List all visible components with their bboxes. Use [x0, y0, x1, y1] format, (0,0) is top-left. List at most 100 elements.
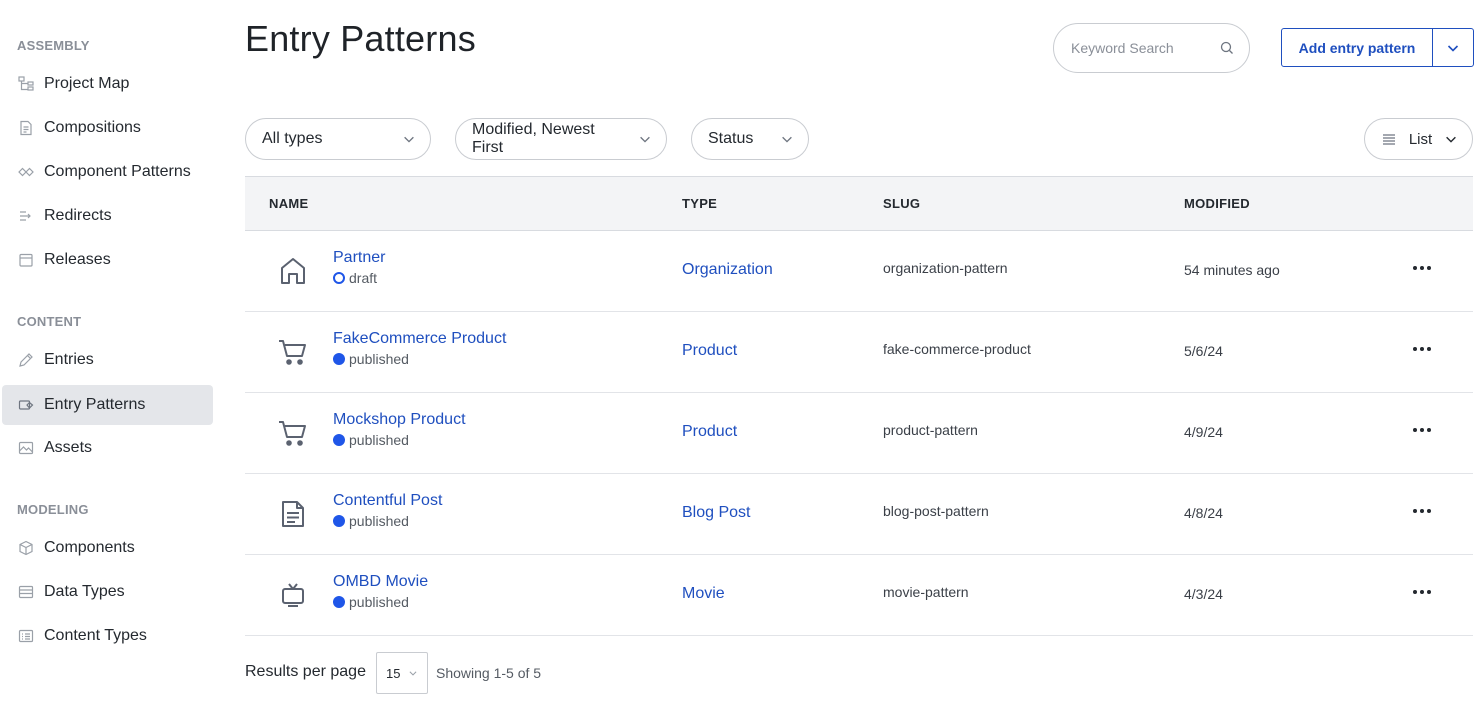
entry-modified: 4/8/24 [1184, 505, 1223, 521]
page-title: Entry Patterns [245, 18, 476, 59]
add-entry-pattern-split-button: Add entry pattern [1281, 28, 1474, 67]
sidebar-item-assets[interactable]: Assets [2, 428, 213, 468]
column-header-slug[interactable]: SLUG [883, 196, 920, 211]
table-row[interactable]: FakeCommerce Product published Product f… [245, 312, 1473, 393]
table-row[interactable]: Contentful Post published Blog Post blog… [245, 474, 1473, 555]
published-status-dot [333, 515, 345, 527]
status-badge: published [333, 432, 409, 448]
sidebar-item-components[interactable]: Components [2, 528, 213, 568]
sidebar-item-data-types[interactable]: Data Types [2, 572, 213, 612]
chevron-down-icon [408, 668, 418, 678]
sidebar-item-label: Entry Patterns [44, 396, 146, 413]
more-actions-icon[interactable] [1411, 504, 1433, 518]
sidebar-item-entries[interactable]: Entries [2, 340, 213, 380]
published-status-dot [333, 434, 345, 446]
more-actions-icon[interactable] [1411, 261, 1433, 275]
column-header-type[interactable]: TYPE [682, 196, 717, 211]
table-row[interactable]: OMBD Movie published Movie movie-pattern… [245, 555, 1473, 636]
more-actions-icon[interactable] [1411, 342, 1433, 356]
cart-icon [277, 336, 309, 368]
entry-type-link[interactable]: Product [682, 342, 737, 360]
entry-type-link[interactable]: Blog Post [682, 504, 750, 522]
entry-type-link[interactable]: Organization [682, 261, 773, 279]
search-input[interactable] [1071, 40, 1219, 56]
entry-name-link[interactable]: FakeCommerce Product [333, 330, 506, 348]
status-badge: published [333, 594, 409, 610]
status-badge: published [333, 351, 409, 367]
cart-icon [277, 417, 309, 449]
view-mode-select[interactable]: List [1364, 118, 1473, 160]
type-filter-label: All types [262, 130, 323, 147]
more-actions-icon[interactable] [1411, 585, 1433, 599]
entry-slug: movie-pattern [883, 584, 969, 600]
sidebar-item-content-types[interactable]: Content Types [2, 616, 213, 656]
results-per-page-value: 15 [386, 665, 401, 681]
chevron-down-icon [1445, 40, 1461, 56]
results-per-page-select[interactable]: 15 [376, 652, 428, 694]
image-icon [17, 439, 35, 457]
sidebar-item-label: Data Types [44, 583, 125, 600]
more-actions-icon[interactable] [1411, 423, 1433, 437]
sidebar-item-label: Component Patterns [44, 163, 191, 180]
column-header-modified[interactable]: MODIFIED [1184, 196, 1250, 211]
table-row[interactable]: Partner draft Organization organization-… [245, 231, 1473, 312]
entry-modified: 5/6/24 [1184, 343, 1223, 359]
sidebar-item-project-map[interactable]: Project Map [2, 64, 213, 104]
sidebar-item-label: Entries [44, 351, 94, 368]
status-text: published [349, 351, 409, 367]
content-type-icon [17, 627, 35, 645]
sidebar-item-label: Redirects [44, 207, 112, 224]
results-per-page-label: Results per page [245, 663, 366, 680]
sidebar-item-label: Releases [44, 251, 111, 268]
sort-filter-label: Modified, Newest First [472, 121, 595, 156]
status-filter[interactable]: Status [691, 118, 809, 160]
chevron-down-icon [1444, 132, 1458, 146]
table-row[interactable]: Mockshop Product published Product produ… [245, 393, 1473, 474]
project-map-icon [17, 75, 35, 93]
type-filter[interactable]: All types [245, 118, 431, 160]
status-text: draft [349, 270, 378, 286]
status-filter-label: Status [708, 130, 754, 147]
entry-pattern-icon [17, 396, 35, 414]
entry-slug: blog-post-pattern [883, 503, 989, 519]
published-status-dot [333, 596, 345, 608]
search-icon[interactable] [1219, 40, 1235, 56]
entry-type-link[interactable]: Product [682, 423, 737, 441]
component-pattern-icon [17, 163, 35, 181]
view-mode-label: List [1408, 130, 1433, 148]
column-header-name[interactable]: NAME [269, 196, 308, 211]
add-entry-pattern-button[interactable]: Add entry pattern [1282, 29, 1433, 66]
sort-filter[interactable]: Modified, Newest First [455, 118, 667, 160]
entry-name-link[interactable]: Partner [333, 249, 385, 267]
status-text: published [349, 513, 409, 529]
sidebar-item-releases[interactable]: Releases [2, 240, 213, 280]
status-badge: published [333, 513, 409, 529]
entry-name-link[interactable]: OMBD Movie [333, 573, 428, 591]
sidebar-item-component-patterns[interactable]: Component Patterns [2, 152, 213, 192]
sidebar-item-compositions[interactable]: Compositions [2, 108, 213, 148]
data-type-icon [17, 583, 35, 601]
entry-type-link[interactable]: Movie [682, 585, 725, 603]
section-title-modeling: MODELING [17, 502, 89, 517]
entry-name-link[interactable]: Contentful Post [333, 492, 442, 510]
chevron-down-icon [638, 132, 652, 146]
entry-slug: product-pattern [883, 422, 978, 438]
sidebar-item-label: Compositions [44, 119, 141, 136]
home-icon [277, 255, 309, 287]
sidebar-item-entry-patterns[interactable]: Entry Patterns [2, 385, 213, 425]
sidebar-item-label: Assets [44, 439, 93, 456]
chevron-down-icon [402, 132, 416, 146]
entry-modified: 4/9/24 [1184, 424, 1223, 440]
composition-icon [17, 119, 35, 137]
add-options-dropdown[interactable] [1433, 29, 1473, 66]
document-icon [277, 498, 309, 530]
search-box[interactable] [1053, 23, 1250, 73]
pencil-icon [17, 351, 35, 369]
section-title-assembly: ASSEMBLY [17, 38, 90, 53]
sidebar-item-redirects[interactable]: Redirects [2, 196, 213, 236]
section-title-content: CONTENT [17, 314, 82, 329]
entry-modified: 4/3/24 [1184, 586, 1223, 602]
cube-icon [17, 539, 35, 557]
list-icon [1381, 131, 1397, 147]
entry-name-link[interactable]: Mockshop Product [333, 411, 466, 429]
